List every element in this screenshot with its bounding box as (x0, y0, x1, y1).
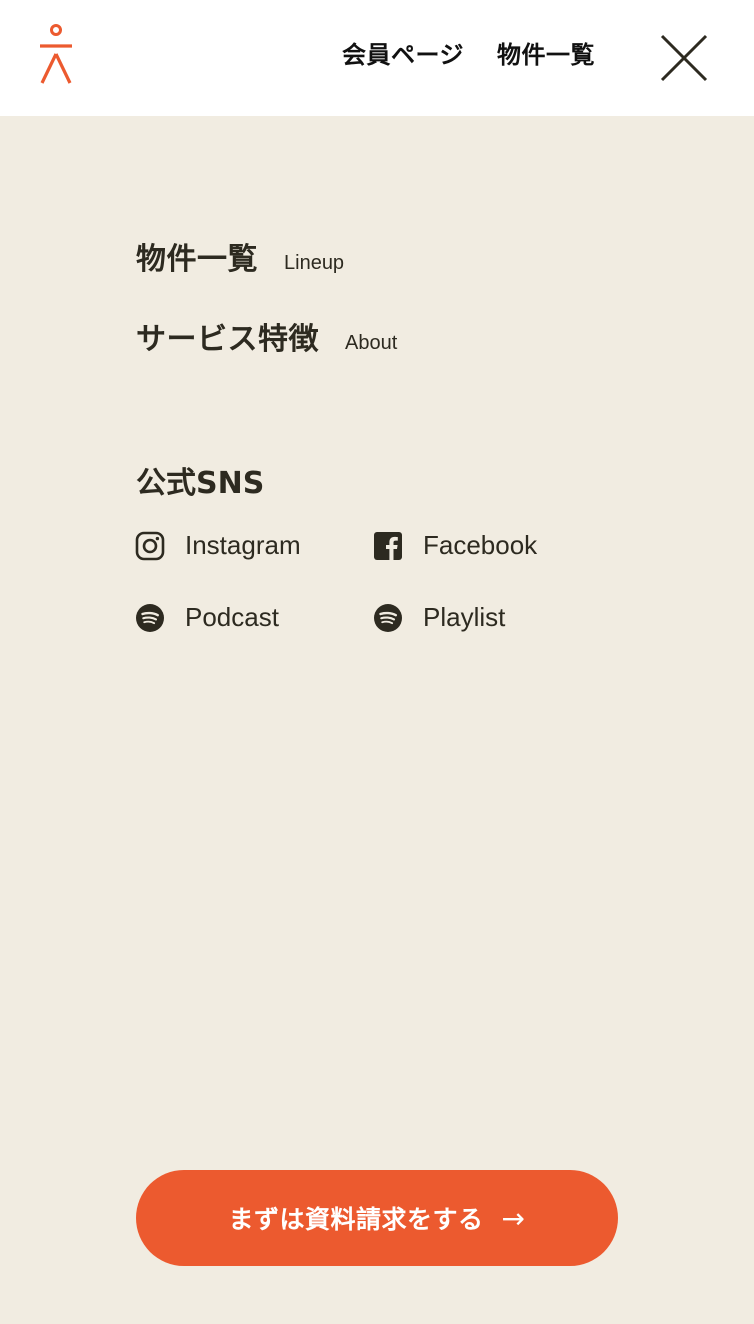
menu-item-about-sublabel: About (345, 332, 398, 354)
sns-link-label: Facebook (423, 530, 538, 560)
sns-link-label: Podcast (185, 602, 279, 632)
instagram-icon (135, 531, 165, 560)
nav-member-page[interactable]: 会員ページ (342, 38, 464, 72)
logo[interactable] (36, 24, 76, 86)
sns-link-label: Instagram (185, 530, 301, 560)
menu-item-about[interactable]: サービス特徴 About (136, 314, 397, 358)
close-icon (660, 34, 708, 82)
person-logo-icon (40, 24, 72, 84)
request-brochure-label: まずは資料請求をする (228, 1205, 484, 1234)
spotify-icon (136, 603, 164, 632)
close-button[interactable] (656, 30, 712, 86)
sns-link-playlist[interactable]: Playlist (373, 602, 505, 633)
facebook-icon (374, 531, 402, 560)
site-header: 会員ページ 物件一覧 (0, 0, 754, 116)
sns-section-title: 公式SNS (136, 466, 265, 501)
sns-link-instagram[interactable]: Instagram (135, 530, 301, 561)
menu-item-about-label: サービス特徴 (136, 322, 319, 357)
request-brochure-button[interactable]: まずは資料請求をする → (136, 1170, 618, 1266)
menu-item-lineup-sublabel: Lineup (284, 252, 345, 274)
spotify-icon (374, 603, 402, 632)
sns-link-facebook[interactable]: Facebook (373, 530, 537, 561)
nav-lineup[interactable]: 物件一覧 (497, 38, 595, 72)
menu-item-lineup-label: 物件一覧 (136, 242, 258, 277)
menu-item-lineup[interactable]: 物件一覧 Lineup (136, 234, 344, 278)
sns-link-label: Playlist (423, 602, 506, 632)
sns-link-podcast[interactable]: Podcast (135, 602, 279, 633)
arrow-right-icon: → (501, 1201, 526, 1235)
